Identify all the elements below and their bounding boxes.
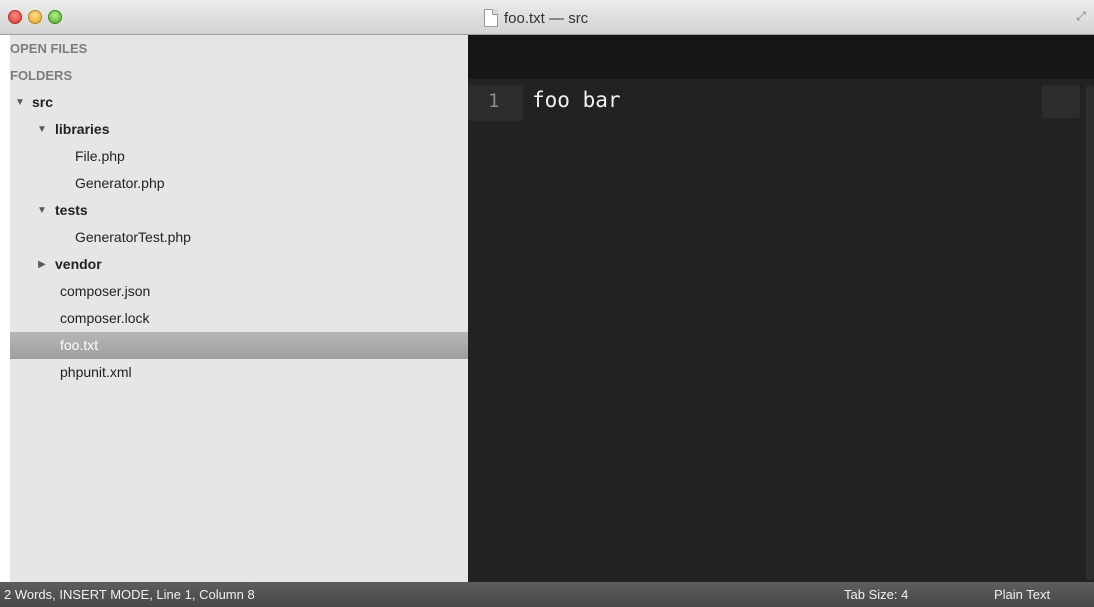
tree-file-file-php[interactable]: File.php: [10, 143, 468, 170]
tree-item-label: composer.lock: [60, 310, 150, 326]
code-line[interactable]: foo bar: [532, 88, 621, 112]
tree-item-label: foo.txt: [60, 337, 99, 353]
minimize-window-button[interactable]: [28, 10, 42, 24]
tree-item-label: vendor: [55, 256, 102, 272]
tree-item-label: src: [32, 94, 54, 110]
sidebar: OPEN FILES FOLDERS ▼ src ▼ libraries Fil…: [10, 35, 468, 582]
folders-header: FOLDERS: [10, 68, 73, 83]
tree-file-generator-php[interactable]: Generator.php: [10, 170, 468, 197]
editor-pane[interactable]: 1 foo bar: [468, 35, 1094, 582]
tree-item-label: Generator.php: [75, 175, 165, 191]
syntax-selector[interactable]: Plain Text: [994, 582, 1050, 607]
disclosure-expanded-icon[interactable]: ▼: [36, 116, 48, 143]
tree-file-composer-json[interactable]: composer.json: [10, 278, 468, 305]
tree-file-foo-txt[interactable]: foo.txt: [10, 332, 468, 359]
tab-size-selector[interactable]: Tab Size: 4: [844, 582, 908, 607]
tree-folder-tests[interactable]: ▼ tests: [10, 197, 468, 224]
disclosure-collapsed-icon[interactable]: ▶: [36, 251, 48, 278]
disclosure-expanded-icon[interactable]: ▼: [36, 197, 48, 224]
tree-item-label: File.php: [75, 148, 125, 164]
document-icon: [484, 9, 498, 27]
open-files-header: OPEN FILES: [10, 41, 88, 56]
tree-folder-src[interactable]: ▼ src: [10, 89, 468, 116]
zoom-window-button[interactable]: [48, 10, 62, 24]
status-bar: 2 Words, INSERT MODE, Line 1, Column 8 T…: [0, 582, 1094, 607]
line-number: 1: [488, 90, 500, 112]
tree-item-label: GeneratorTest.php: [75, 229, 191, 245]
tree-file-generatortest-php[interactable]: GeneratorTest.php: [10, 224, 468, 251]
fullscreen-icon[interactable]: ⤢: [1074, 9, 1088, 23]
tree-folder-vendor[interactable]: ▶ vendor: [10, 251, 468, 278]
window-title-group: foo.txt — src: [484, 8, 588, 28]
close-window-button[interactable]: [8, 10, 22, 24]
tree-item-label: phpunit.xml: [60, 364, 132, 380]
tab-strip[interactable]: [468, 35, 1094, 79]
tree-file-composer-lock[interactable]: composer.lock: [10, 305, 468, 332]
minimap[interactable]: [1042, 85, 1080, 118]
sublime-window: foo.txt — src ⤢ OPEN FILES FOLDERS ▼ src…: [0, 0, 1094, 607]
tree-file-phpunit-xml[interactable]: phpunit.xml: [10, 359, 468, 386]
title-bar[interactable]: foo.txt — src ⤢: [0, 0, 1094, 35]
vertical-scrollbar[interactable]: [1086, 85, 1094, 580]
status-info: 2 Words, INSERT MODE, Line 1, Column 8: [4, 587, 255, 602]
tree-item-label: composer.json: [60, 283, 151, 299]
disclosure-expanded-icon[interactable]: ▼: [14, 89, 26, 116]
tree-item-label: libraries: [55, 121, 110, 137]
window-title: foo.txt — src: [504, 9, 589, 27]
tree-item-label: tests: [55, 202, 88, 218]
tree-folder-libraries[interactable]: ▼ libraries: [10, 116, 468, 143]
